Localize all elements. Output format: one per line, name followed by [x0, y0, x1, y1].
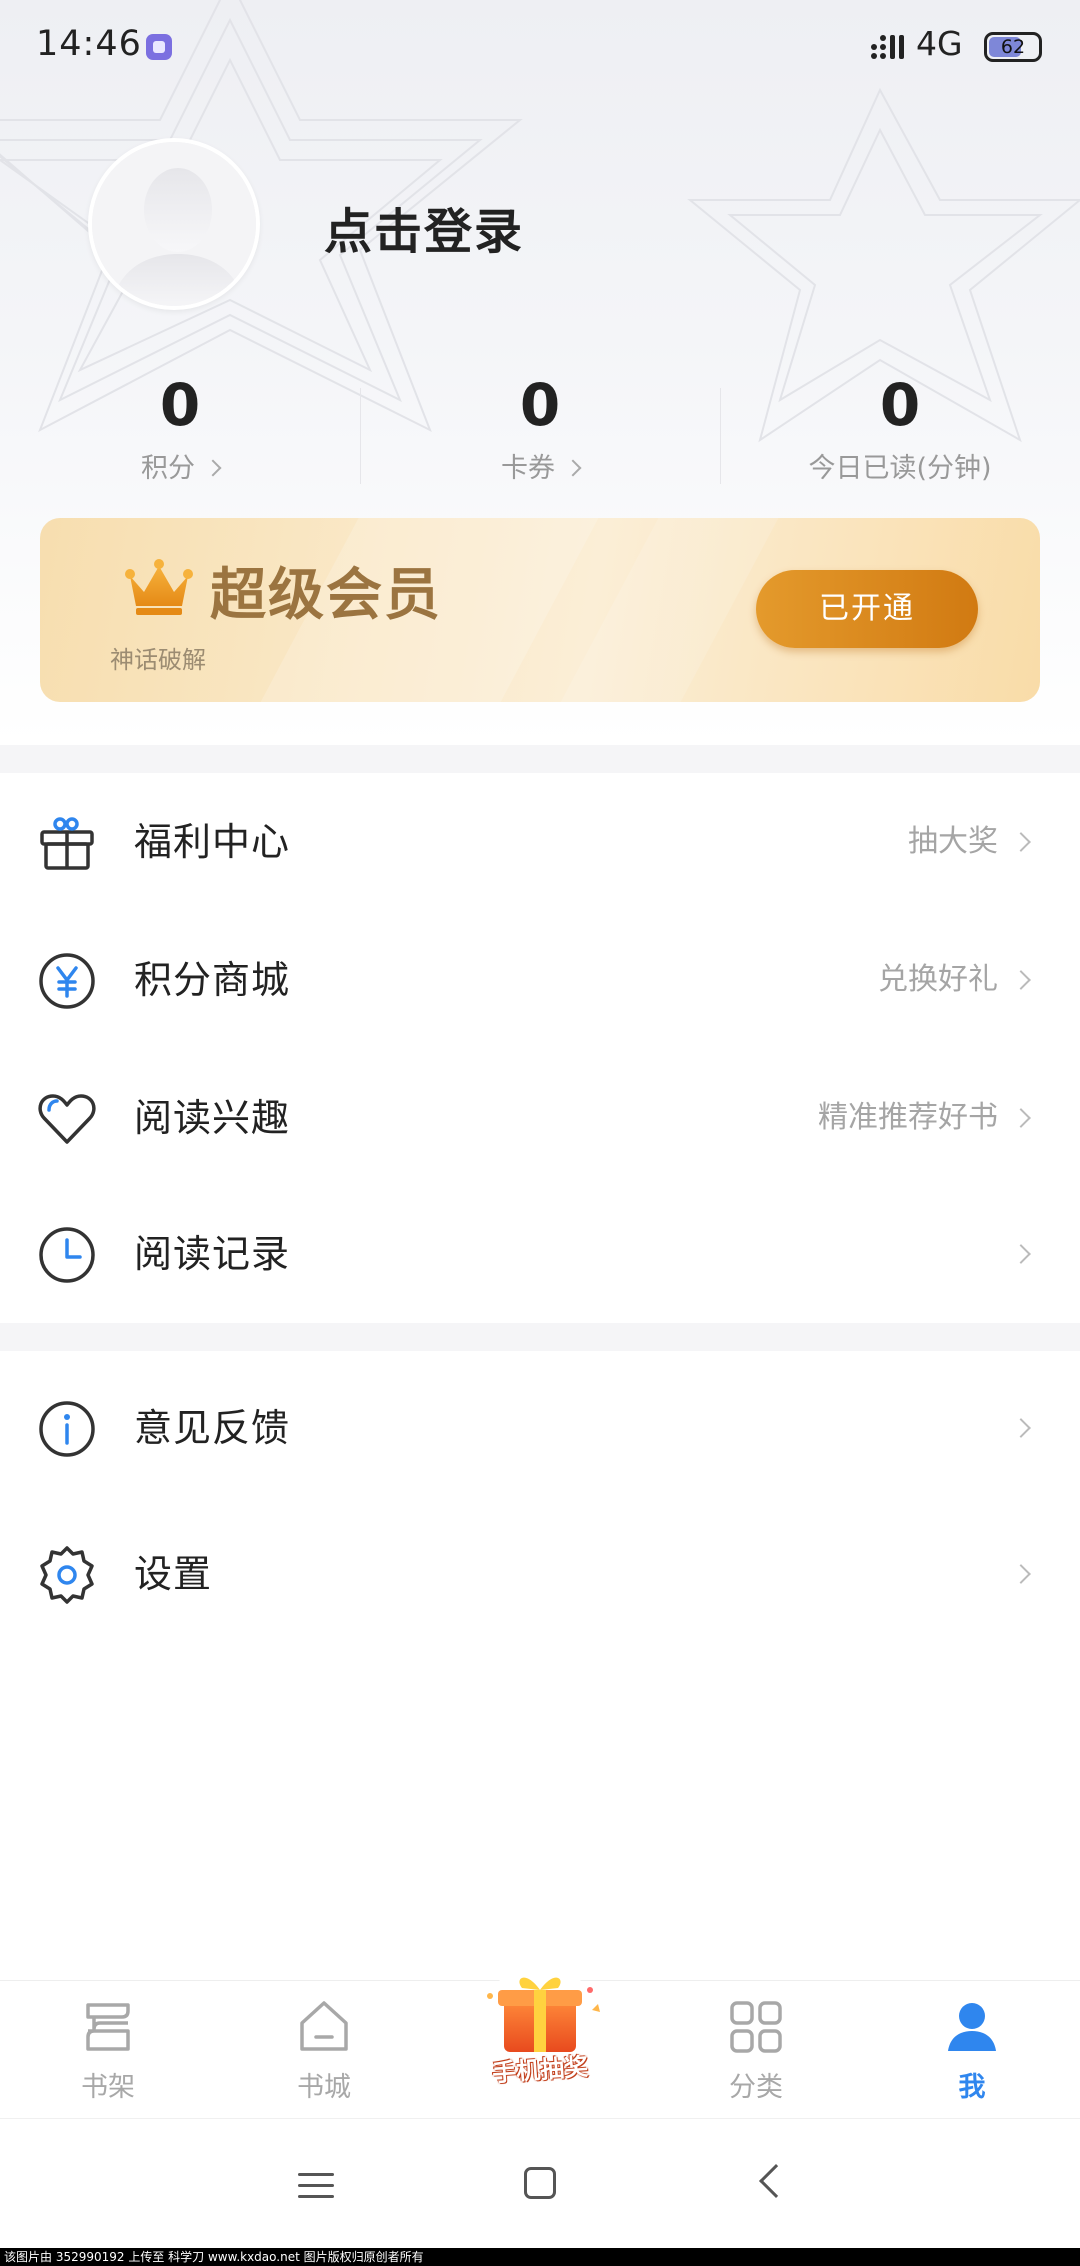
- tab-label: 我: [958, 2072, 986, 2103]
- network-type: 4G: [916, 24, 963, 63]
- battery-icon: 62: [984, 32, 1042, 62]
- stats-row: 0 积分 0 卡券 0 今日已读(分钟): [0, 370, 1080, 500]
- menu-subtext: 精准推荐好书: [818, 1100, 998, 1135]
- chevron-right-icon: [1011, 970, 1031, 990]
- vip-card[interactable]: 超级会员 神话破解 已开通: [40, 518, 1040, 702]
- tab-bookstore[interactable]: 书城: [216, 1981, 432, 2119]
- stat-label: 今日已读(分钟): [808, 453, 992, 484]
- tab-label: 书架: [81, 2072, 135, 2103]
- chevron-right-icon: [1011, 1108, 1031, 1128]
- status-bar: 14:46 4G 62: [0, 0, 1080, 94]
- page: 14:46 4G 62 点击登录 0 积分 0 卡券 0 今日已读(分钟) 超级…: [0, 0, 1080, 2266]
- menu-item-feedback[interactable]: 意见反馈: [0, 1360, 1080, 1496]
- stat-coupons[interactable]: 0 卡券: [360, 370, 720, 500]
- default-avatar-icon: [92, 142, 256, 306]
- tab-category[interactable]: 分类: [648, 1981, 864, 2119]
- user-icon: [948, 2003, 996, 2051]
- chevron-right-icon: [1011, 1564, 1031, 1584]
- menu-item-welfare-center[interactable]: 福利中心 抽大奖: [0, 774, 1080, 910]
- tab-label: 书城: [297, 2072, 351, 2103]
- notification-app-icon: [146, 34, 172, 60]
- menu-item-settings[interactable]: 设置: [0, 1506, 1080, 1642]
- tab-me[interactable]: 我: [864, 1981, 1080, 2119]
- heart-icon: [38, 1094, 96, 1144]
- login-button[interactable]: 点击登录: [324, 192, 524, 262]
- stat-value: 0: [879, 371, 921, 439]
- category-icon: [730, 2001, 782, 2053]
- avatar[interactable]: [88, 138, 260, 310]
- chevron-right-icon: [564, 459, 582, 476]
- back-icon[interactable]: [759, 2164, 793, 2198]
- stat-label: 积分: [141, 446, 222, 485]
- watermark: 该图片由 352990192 上传至 科学刀 www.kxdao.net 图片版…: [0, 2248, 1080, 2266]
- menu-subtext: 兑换好礼: [878, 962, 998, 997]
- bookshelf-icon: [86, 2003, 130, 2051]
- menu-item-reading-interests[interactable]: 阅读兴趣 精准推荐好书: [0, 1050, 1080, 1186]
- menu-label: 意见反馈: [134, 1406, 291, 1450]
- chevron-right-icon: [1011, 832, 1031, 852]
- chevron-right-icon: [204, 459, 222, 476]
- section-divider: [0, 1323, 1080, 1351]
- gift-icon: [40, 817, 94, 870]
- chevron-right-icon: [1011, 1244, 1031, 1264]
- crown-icon: [125, 559, 193, 615]
- menu-label: 阅读记录: [134, 1232, 291, 1276]
- home-icon[interactable]: [524, 2167, 556, 2199]
- gear-icon: [40, 1546, 94, 1604]
- menu-subtext: 抽大奖: [908, 824, 998, 859]
- stat-value: 0: [519, 371, 561, 439]
- menu-icon[interactable]: [298, 2173, 334, 2199]
- yuan-icon: [39, 953, 95, 1009]
- vip-title: 超级会员: [210, 563, 442, 628]
- tab-label: 分类: [729, 2072, 783, 2103]
- menu-label: 设置: [134, 1552, 213, 1596]
- tab-bookshelf[interactable]: 书架: [0, 1981, 216, 2119]
- stat-label: 卡券: [501, 446, 582, 485]
- clock-icon: [39, 1227, 95, 1283]
- section-divider: [0, 745, 1080, 773]
- menu-item-reading-history[interactable]: 阅读记录: [0, 1186, 1080, 1322]
- menu-label: 福利中心: [134, 820, 291, 864]
- chevron-right-icon: [1011, 1418, 1031, 1438]
- status-time: 14:46: [36, 24, 142, 64]
- menu-label: 积分商城: [134, 958, 291, 1002]
- vip-subtitle: 神话破解: [110, 646, 206, 674]
- stat-value: 0: [159, 371, 201, 439]
- system-nav-bar: [0, 2118, 1080, 2248]
- menu-label: 阅读兴趣: [134, 1096, 291, 1140]
- stat-read-today: 0 今日已读(分钟): [720, 370, 1080, 500]
- signal-icon: [871, 35, 904, 59]
- vip-activated-button[interactable]: 已开通: [756, 570, 978, 648]
- menu-item-points-mall[interactable]: 积分商城 兑换好礼: [0, 912, 1080, 1048]
- stat-points[interactable]: 0 积分: [0, 370, 360, 500]
- bookstore-icon: [300, 2001, 348, 2051]
- battery-level: 62: [1000, 36, 1026, 58]
- info-icon: [39, 1401, 95, 1457]
